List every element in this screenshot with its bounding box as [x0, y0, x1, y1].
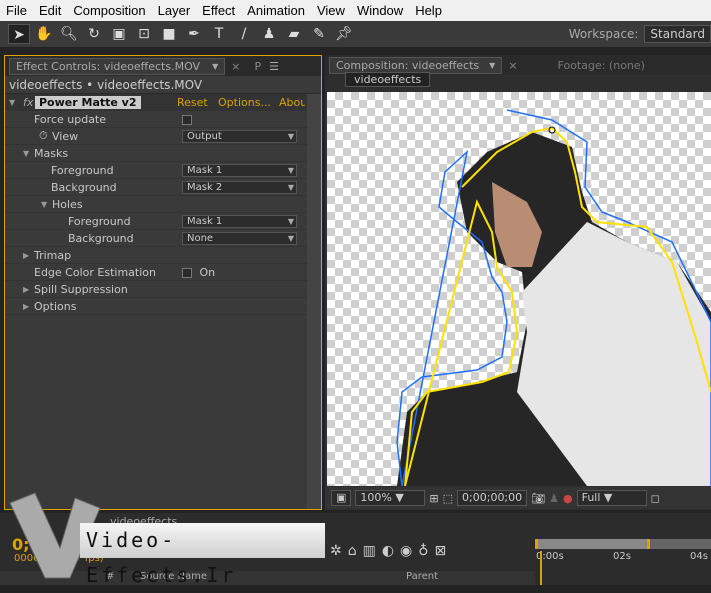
show-snapshot-icon[interactable]: ♟ — [549, 492, 559, 505]
comp-navigator-button[interactable]: videoeffects — [345, 72, 431, 87]
close-icon[interactable]: × — [231, 60, 240, 73]
timeline-panel: videoeffects 0; 00000 (29.97 fps) ✲⌂▥◐◉♁… — [0, 513, 711, 585]
mask-visibility-icon[interactable]: ⬚ — [443, 492, 453, 505]
channels-icon[interactable]: ● — [563, 492, 573, 505]
close-icon[interactable]: × — [508, 59, 517, 72]
menu-view[interactable]: View — [311, 3, 351, 18]
edge-color-on: On — [199, 265, 216, 279]
fx-icon[interactable]: fx — [23, 96, 33, 109]
timeline-tab[interactable]: videoeffects — [110, 515, 177, 528]
expand-triangle-icon[interactable]: ▼ — [9, 98, 15, 107]
about-link[interactable]: About... — [279, 96, 305, 109]
effect-name: Power Matte v2 — [35, 95, 141, 109]
force-update-label: Force update — [34, 112, 107, 126]
composition-viewer[interactable] — [327, 92, 711, 486]
collapse-triangle-icon[interactable]: ▶ — [23, 302, 29, 311]
column-source-name[interactable]: Source Name — [140, 571, 207, 582]
text-tool-icon[interactable]: T — [208, 24, 230, 44]
composition-tab[interactable]: Composition: videoeffects ▼ — [329, 56, 503, 74]
hand-tool-icon[interactable]: ✋ — [33, 24, 55, 44]
roto-brush-tool-icon[interactable]: ✎ — [308, 24, 330, 44]
project-tab[interactable]: P — [254, 60, 261, 73]
region-of-interest-icon[interactable]: ◻ — [651, 492, 660, 505]
menu-help[interactable]: Help — [409, 3, 448, 18]
workspace-select[interactable]: Standard — [644, 25, 711, 43]
viewer-controls: ▣ 100% ▼ ⊞ ⬚ 0;00;00;00 📷︎ ♟ ● Full ▼ ◻ — [325, 487, 711, 509]
zoom-tool-icon[interactable]: 🔍︎ — [58, 24, 80, 44]
brush-tool-icon[interactable]: / — [233, 24, 255, 44]
menu-bar: File Edit Composition Layer Effect Anima… — [0, 0, 711, 21]
holes-label: Holes — [52, 197, 83, 211]
current-time[interactable]: 0; — [12, 535, 30, 554]
panel-menu-icon[interactable]: ☰ — [269, 60, 279, 73]
collapse-triangle-icon[interactable]: ▶ — [23, 251, 29, 260]
selection-tool-icon[interactable]: ➤ — [8, 24, 30, 44]
menu-edit[interactable]: Edit — [33, 3, 67, 18]
edge-color-label: Edge Color Estimation — [34, 265, 156, 279]
menu-animation[interactable]: Animation — [241, 3, 311, 18]
pan-behind-tool-icon[interactable]: ⊡ — [133, 24, 155, 44]
rectangle-tool-icon[interactable]: ■ — [158, 24, 180, 44]
reset-link[interactable]: Reset — [177, 96, 208, 109]
breadcrumb: videoeffects • videoeffects.MOV — [5, 76, 321, 94]
holes-foreground-dropdown[interactable]: Mask 1 — [182, 214, 297, 228]
edge-color-checkbox[interactable] — [182, 267, 192, 278]
column-number: # — [106, 571, 115, 582]
work-area-bar[interactable] — [535, 539, 711, 549]
column-parent[interactable]: Parent — [406, 571, 438, 582]
foreground-label: Foreground — [51, 163, 114, 177]
camera-tool-icon[interactable]: ▣ — [108, 24, 130, 44]
eraser-tool-icon[interactable]: ▰ — [283, 24, 305, 44]
spill-suppression-label: Spill Suppression — [34, 282, 128, 296]
puppet-pin-tool-icon[interactable]: 📌︎ — [333, 24, 355, 44]
timeline-switches-icons[interactable]: ✲⌂▥◐◉♁⊠ — [330, 543, 452, 559]
pen-tool-icon[interactable]: ✒ — [183, 24, 205, 44]
expand-triangle-icon[interactable]: ▼ — [23, 149, 29, 158]
view-dropdown[interactable]: Output — [182, 129, 297, 143]
options-label: Options — [34, 299, 77, 313]
trimap-label: Trimap — [34, 248, 72, 262]
options-link[interactable]: Options... — [218, 96, 271, 109]
holes-background-label: Background — [68, 231, 134, 245]
menu-composition[interactable]: Composition — [67, 3, 151, 18]
frame-rate: 00000 (29.97 fps) — [14, 553, 104, 564]
footage-tab[interactable]: Footage: (none) — [558, 59, 645, 72]
clone-stamp-tool-icon[interactable]: ♟ — [258, 24, 280, 44]
menu-window[interactable]: Window — [351, 3, 409, 18]
effect-controls-tab[interactable]: Effect Controls: videoeffects.MOV ▼ — [9, 57, 226, 75]
ruler-label: 04s — [690, 551, 708, 562]
menu-file[interactable]: File — [0, 3, 33, 18]
workspace-label: Workspace: — [568, 27, 639, 41]
masks-label: Masks — [34, 146, 69, 160]
menu-layer[interactable]: Layer — [152, 3, 197, 18]
magnification-icon[interactable]: ▣ — [331, 490, 352, 506]
scrollbar[interactable] — [307, 94, 321, 509]
collapse-triangle-icon[interactable]: ▶ — [23, 285, 29, 294]
timecode-display[interactable]: 0;00;00;00 — [457, 490, 528, 506]
holes-foreground-label: Foreground — [68, 214, 131, 228]
view-label: View — [52, 129, 79, 143]
effect-controls-panel: Effect Controls: videoeffects.MOV ▼ × P ☰… — [4, 55, 322, 510]
expand-triangle-icon[interactable]: ▼ — [41, 200, 47, 209]
stopwatch-icon[interactable]: ⏱ — [39, 129, 48, 143]
holes-background-dropdown[interactable]: None — [182, 231, 297, 245]
zoom-dropdown[interactable]: 100% ▼ — [355, 490, 426, 506]
foreground-dropdown[interactable]: Mask 1 — [182, 163, 297, 177]
ruler-label: 02s — [613, 551, 631, 562]
menu-effect[interactable]: Effect — [196, 3, 241, 18]
rotate-tool-icon[interactable]: ↻ — [83, 24, 105, 44]
safe-zones-icon[interactable]: ⊞ — [429, 492, 438, 505]
workspace: Workspace: Standard — [569, 25, 711, 43]
resolution-dropdown[interactable]: Full ▼ — [576, 490, 647, 506]
force-update-checkbox[interactable] — [182, 114, 192, 125]
background-label: Background — [51, 180, 117, 194]
composition-panel: Composition: videoeffects ▼ × Footage: (n… — [325, 55, 711, 510]
snapshot-icon[interactable]: 📷︎ — [531, 492, 545, 505]
footage-frame — [396, 109, 711, 486]
playhead[interactable] — [540, 551, 542, 585]
background-dropdown[interactable]: Mask 2 — [182, 180, 297, 194]
